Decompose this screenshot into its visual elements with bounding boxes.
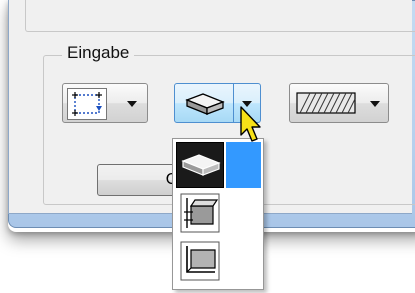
slab-icon (183, 90, 227, 118)
slab-icon (180, 151, 222, 184)
hatch-pattern-icon (296, 91, 356, 115)
corner-section-icon (179, 240, 221, 287)
selection-highlight (226, 142, 261, 188)
chevron-down-icon (370, 101, 380, 107)
hatch-pattern-dropdown-button[interactable] (289, 83, 389, 123)
wall-section-icon (179, 192, 221, 239)
dotted-rectangle-icon (67, 88, 107, 120)
dropdown-item-corner-section[interactable] (176, 238, 224, 284)
dropdown-item-wall-section[interactable] (176, 190, 224, 236)
input-group-label: Eingabe (62, 41, 135, 65)
dropdown-item-slab[interactable] (176, 142, 224, 188)
arrow-cursor-icon (240, 106, 261, 142)
surface-type-dropdown-list[interactable] (172, 138, 264, 290)
input-mode-dropdown-button[interactable] (62, 83, 148, 123)
upper-group-box (25, 0, 415, 32)
surface-type-dropdown-button[interactable] (174, 83, 234, 123)
chevron-down-icon (127, 101, 137, 107)
